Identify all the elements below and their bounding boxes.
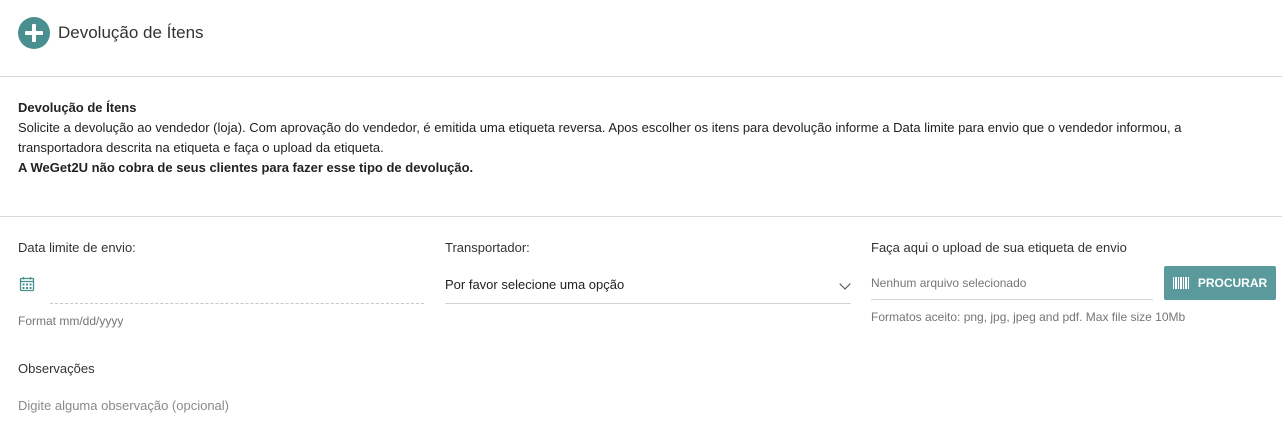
calendar-icon[interactable] [19, 276, 35, 292]
info-description: Solicite a devolução ao vendedor (loja).… [18, 120, 1182, 155]
info-heading: Devolução de Ítens [18, 100, 137, 115]
upload-label: Faça aqui o upload de sua etiqueta de en… [871, 240, 1127, 255]
barcode-icon [1172, 277, 1190, 289]
browse-button-label: PROCURAR [1197, 276, 1268, 290]
file-status: Nenhum arquivo selecionado [871, 276, 1027, 290]
browse-button[interactable]: PROCURAR [1164, 266, 1276, 300]
section-divider [0, 216, 1282, 217]
date-format-hint: Format mm/dd/yyyy [18, 314, 124, 328]
date-label: Data limite de envio: [18, 240, 136, 255]
carrier-select[interactable]: Por favor selecione uma opção [445, 270, 851, 304]
file-name-field[interactable]: Nenhum arquivo selecionado [871, 266, 1153, 300]
upload-format-hint: Formatos aceito: png, jpg, jpeg and pdf.… [871, 310, 1186, 324]
carrier-select-value: Por favor selecione uma opção [445, 277, 625, 292]
observations-input[interactable] [18, 392, 718, 418]
chevron-down-icon [839, 278, 851, 290]
carrier-label: Transportador: [445, 240, 530, 255]
date-input[interactable] [50, 270, 424, 304]
plus-circle-icon[interactable] [18, 17, 50, 49]
info-section: Devolução de Ítens Solicite a devolução … [18, 98, 1268, 178]
page-title: Devolução de Ítens [58, 23, 204, 42]
info-notice: A WeGet2U não cobra de seus clientes par… [18, 160, 474, 175]
page-header: Devolução de Ítens [0, 0, 1282, 77]
observations-label: Observações [18, 361, 95, 376]
